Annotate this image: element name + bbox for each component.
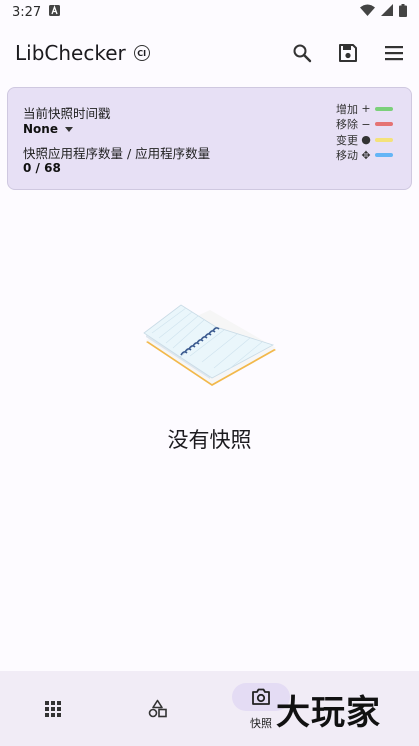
legend-label: 变更 — [336, 133, 358, 147]
notebook-illustration — [143, 304, 276, 386]
legend-color-remove — [375, 122, 393, 127]
legend-item-change: 变更 ● — [336, 132, 393, 148]
camera-icon — [252, 688, 270, 705]
menu-icon — [385, 46, 403, 61]
app-bar: LibChecker CI — [0, 28, 419, 78]
count-label: 快照应用程序数量 / 应用程序数量 — [23, 146, 211, 161]
legend-color-move — [375, 153, 393, 158]
app-title: LibChecker CI — [15, 41, 150, 65]
save-icon — [339, 44, 357, 62]
watermark-text: 大玩家 — [276, 693, 381, 733]
legend-label: 增加 — [336, 102, 358, 116]
nav-snapshot-label: 快照 — [250, 717, 272, 730]
status-bar: 3:27 — [0, 0, 419, 24]
nav-statistics[interactable] — [126, 671, 188, 746]
ci-badge-icon: CI — [133, 45, 150, 61]
empty-state-text: 没有快照 — [167, 428, 252, 452]
snapshot-info-card: 当前快照时间戳 None 快照应用程序数量 / 应用程序数量 0 / 68 增加… — [7, 87, 412, 190]
legend-label: 移动 — [336, 149, 358, 163]
wifi-icon — [360, 4, 375, 20]
menu-button[interactable] — [383, 42, 405, 64]
signal-icon — [381, 4, 393, 20]
legend-item-remove: 移除 − — [336, 117, 393, 133]
search-button[interactable] — [291, 42, 313, 64]
move-icon: ✥ — [361, 148, 371, 162]
dropdown-arrow-icon — [64, 127, 73, 132]
minus-icon: − — [361, 117, 371, 131]
shapes-icon — [148, 699, 167, 718]
status-time: 3:27 — [12, 4, 42, 20]
battery-icon — [399, 3, 407, 21]
timestamp-dropdown[interactable]: None — [23, 122, 73, 136]
legend-color-change — [375, 137, 393, 142]
count-value: 0 / 68 — [23, 161, 61, 175]
legend-item-move: 移动 ✥ — [336, 148, 393, 164]
save-button[interactable] — [337, 42, 359, 64]
search-icon — [293, 44, 312, 63]
legend-item-add: 增加 + — [336, 101, 393, 117]
legend-color-add — [375, 106, 393, 111]
timestamp-label: 当前快照时间戳 — [23, 106, 111, 121]
app-title-text: LibChecker — [15, 41, 126, 65]
legend-label: 移除 — [336, 118, 358, 132]
dot-icon: ● — [361, 133, 371, 147]
notification-icon — [49, 4, 61, 20]
plus-icon: + — [361, 102, 371, 116]
change-legend: 增加 + 移除 − 变更 ● 移动 ✥ — [336, 101, 393, 163]
nav-apps[interactable] — [22, 671, 84, 746]
grid-icon — [45, 701, 61, 717]
timestamp-value: None — [23, 122, 58, 136]
